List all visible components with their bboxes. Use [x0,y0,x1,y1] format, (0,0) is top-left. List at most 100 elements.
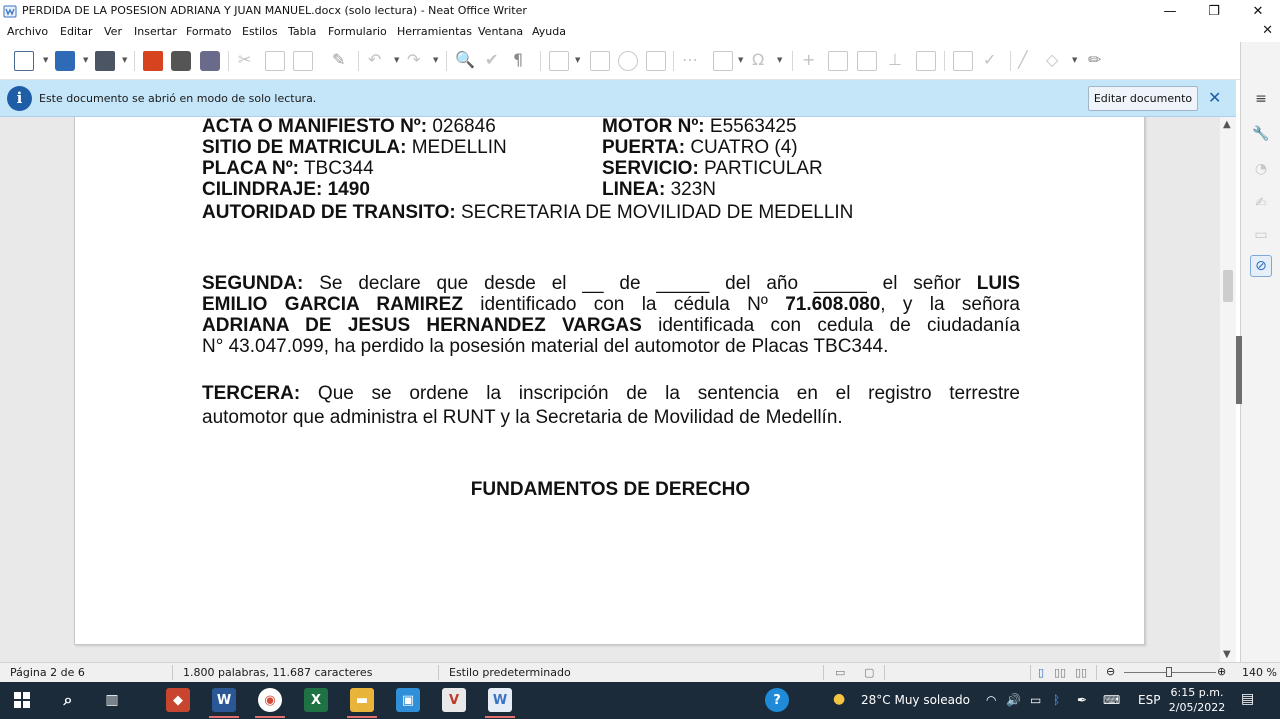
store-icon[interactable]: ▣ [396,688,420,712]
cut-icon[interactable]: ✂ [238,50,251,70]
undo-icon[interactable]: ↶ [368,50,381,70]
field-dropdown-arrow[interactable]: ▼ [738,56,743,64]
clock[interactable]: 6:15 p.m. 2/05/2022 [1168,685,1226,715]
zoom-slider-knob[interactable] [1166,667,1172,677]
open-folder-icon[interactable] [55,51,75,71]
export-pdf-icon[interactable] [143,51,163,71]
spelling-icon[interactable]: ✔ [485,50,498,70]
find-replace-icon[interactable]: 🔍 [455,50,475,70]
insert-footnote-icon[interactable] [828,51,848,71]
insert-line-icon[interactable]: ╱ [1018,50,1028,70]
infobar-close-icon[interactable]: ✕ [1208,88,1221,107]
navigator-icon[interactable]: ⊘ [1250,255,1272,277]
weather-sun-icon[interactable]: ● [833,691,845,707]
menu-estilos[interactable]: Estilos [242,25,278,38]
save-dropdown-arrow[interactable]: ▼ [122,56,127,64]
bluetooth-icon[interactable]: ᛒ [1053,693,1060,707]
new-dropdown-arrow[interactable]: ▼ [43,56,48,64]
single-page-view-icon[interactable]: ▯ [1038,666,1044,679]
paste-icon[interactable] [293,51,313,71]
neat-office-icon[interactable]: W [488,688,512,712]
app-icon-anydesk[interactable]: ◆ [166,688,190,712]
properties-icon[interactable]: 🔧 [1250,123,1272,145]
page-style[interactable]: Estilo predeterminado [449,666,571,679]
battery-icon[interactable]: ▭ [1030,693,1041,707]
task-view-icon[interactable]: ▥ [100,688,124,712]
vertical-scrollbar[interactable]: ▲ ▼ [1220,117,1236,662]
word-icon[interactable]: W [212,688,236,712]
menu-archivo[interactable]: Archivo [7,25,48,38]
menu-insertar[interactable]: Insertar [134,25,177,38]
sidebar-collapse-handle[interactable] [1236,336,1242,404]
track-changes-icon[interactable]: ✓ [983,50,996,70]
help-icon[interactable]: ? [765,688,789,712]
input-language[interactable]: ESP [1138,693,1160,707]
file-explorer-icon[interactable]: ▬ [350,688,374,712]
insert-bookmark-icon[interactable]: ⊥ [888,50,902,70]
close-window-button[interactable]: ✕ [1236,0,1280,22]
save-icon[interactable] [95,51,115,71]
basic-shapes-icon[interactable]: ◇ [1046,50,1058,70]
pen-icon[interactable]: ✒ [1077,693,1087,707]
multi-page-view-icon[interactable]: ▯▯ [1054,666,1066,679]
insert-table-icon[interactable] [549,51,569,71]
minimize-button[interactable]: — [1148,0,1192,22]
insert-hyperlink-icon[interactable]: + [802,50,815,70]
restore-button[interactable]: ❐ [1192,0,1236,22]
menu-formulario[interactable]: Formulario [328,25,387,38]
menu-formato[interactable]: Formato [186,25,232,38]
special-character-dropdown-arrow[interactable]: ▼ [777,56,782,64]
chrome-icon[interactable]: ◉ [258,688,282,712]
insert-cross-reference-icon[interactable] [916,51,936,71]
styles-icon[interactable]: ◔ [1250,158,1272,180]
weather-text[interactable]: 28°C Muy soleado [861,693,970,707]
insert-textbox-icon[interactable] [646,51,666,71]
insert-image-icon[interactable] [590,51,610,71]
clone-formatting-icon[interactable]: ✎ [332,50,345,70]
undo-dropdown-arrow[interactable]: ▼ [394,56,399,64]
close-document-button[interactable]: ✕ [1262,23,1273,38]
app-icon-vs[interactable]: V [442,688,466,712]
notifications-icon[interactable]: ▤ [1241,691,1254,707]
zoom-in-icon[interactable]: ⊕ [1217,665,1226,678]
menu-herramientas[interactable]: Herramientas [397,25,472,38]
table-dropdown-arrow[interactable]: ▼ [575,56,580,64]
search-icon[interactable]: ⌕ [56,688,80,712]
formatting-marks-icon[interactable]: ¶ [513,50,523,70]
zoom-level[interactable]: 140 % [1242,666,1277,679]
insert-chart-icon[interactable] [618,51,638,71]
menu-ver[interactable]: Ver [104,25,122,38]
page-count[interactable]: Página 2 de 6 [10,666,85,679]
print-preview-icon[interactable] [200,51,220,71]
volume-icon[interactable]: 🔊 [1006,693,1021,707]
document-page[interactable]: ACTA O MANIFIESTO Nº: 026846 MOTOR Nº: E… [74,117,1145,645]
excel-icon[interactable]: X [304,688,328,712]
page-icon[interactable]: ▭ [1250,224,1272,246]
copy-icon[interactable] [265,51,285,71]
edit-document-button[interactable]: Editar documento [1088,86,1198,111]
redo-icon[interactable]: ↷ [407,50,420,70]
wifi-icon[interactable]: ◠ [986,693,996,707]
start-windows-icon[interactable] [10,688,34,712]
book-view-icon[interactable]: ▯▯ [1075,666,1087,679]
special-character-icon[interactable]: Ω [752,50,764,70]
new-document-icon[interactable] [14,51,34,71]
show-draw-functions-icon[interactable]: ✏ [1088,50,1101,70]
menu-editar[interactable]: Editar [60,25,93,38]
scroll-up-icon[interactable]: ▲ [1223,119,1231,130]
print-icon[interactable] [171,51,191,71]
insert-endnote-icon[interactable] [857,51,877,71]
gallery-icon[interactable]: ✍ [1250,192,1272,214]
word-count[interactable]: 1.800 palabras, 11.687 caracteres [183,666,372,679]
selection-mode-icon[interactable]: ▭ [835,666,845,679]
menu-tabla[interactable]: Tabla [288,25,316,38]
keyboard-icon[interactable]: ⌨ [1103,693,1120,707]
menu-ayuda[interactable]: Ayuda [532,25,566,38]
menu-ventana[interactable]: Ventana [478,25,523,38]
insert-page-break-icon[interactable]: ⋯ [682,50,698,70]
open-dropdown-arrow[interactable]: ▼ [83,56,88,64]
insert-comment-icon[interactable] [953,51,973,71]
scroll-down-icon[interactable]: ▼ [1223,649,1231,660]
sidebar-menu-icon[interactable]: ≡ [1250,88,1272,110]
scroll-thumb[interactable] [1223,270,1233,302]
